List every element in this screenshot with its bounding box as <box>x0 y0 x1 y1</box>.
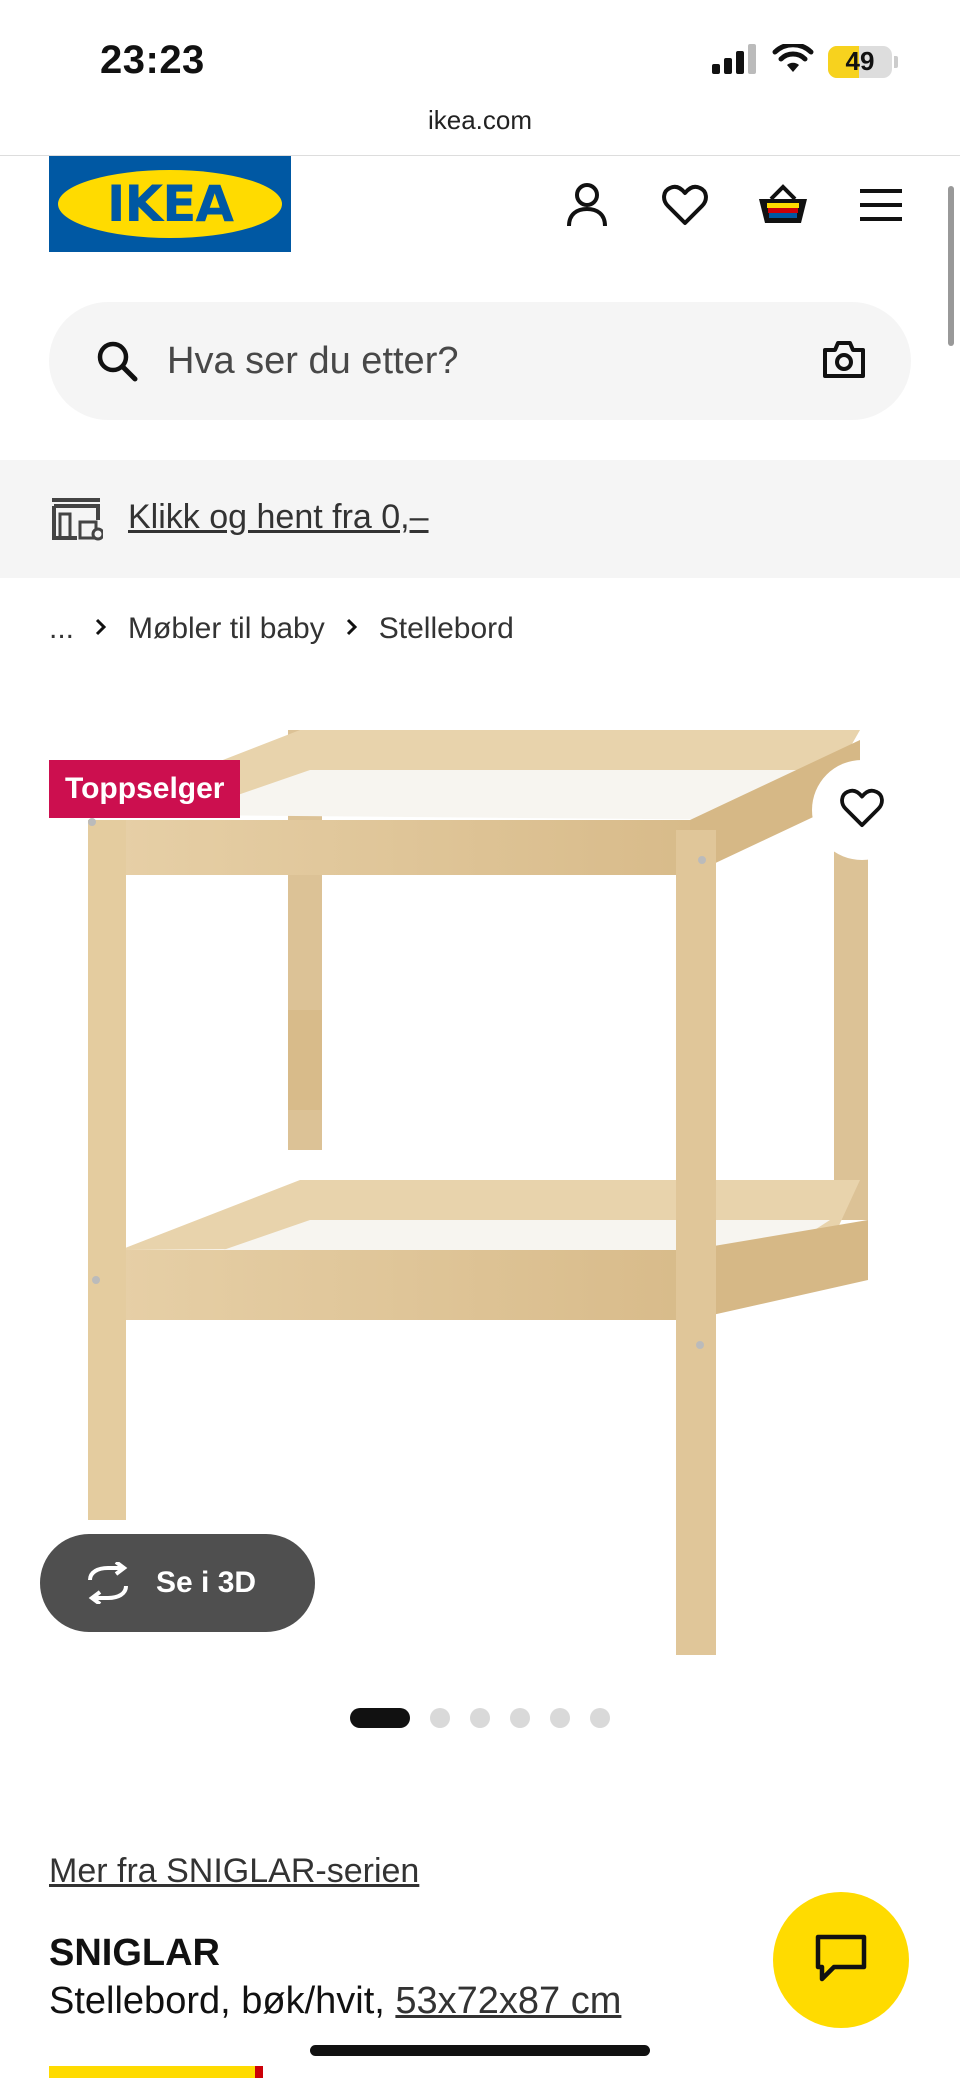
click-collect-banner: Klikk og hent fra 0,– <box>0 460 960 578</box>
add-to-favourites-button[interactable] <box>812 760 912 860</box>
carousel-dot[interactable] <box>590 1708 610 1728</box>
wifi-icon <box>772 42 814 79</box>
carousel-dot[interactable] <box>430 1708 450 1728</box>
click-collect-link[interactable]: Klikk og hent fra 0,– <box>128 498 429 537</box>
signal-icon <box>712 44 758 79</box>
see-in-3d-button[interactable]: Se i 3D <box>40 1534 315 1632</box>
image-carousel-dots <box>350 1708 610 1728</box>
product-name: SNIGLAR <box>49 1932 220 1974</box>
search-input[interactable] <box>167 302 807 420</box>
series-link[interactable]: Mer fra SNIGLAR-serien <box>49 1852 419 1891</box>
url-bar[interactable]: ikea.com <box>0 100 960 156</box>
basket-icon[interactable] <box>756 178 810 232</box>
product-description: Stellebord, bøk/hvit, 53x72x87 cm <box>49 1980 621 2023</box>
chat-button[interactable] <box>773 1892 909 2028</box>
product-image[interactable] <box>0 690 960 1680</box>
heart-icon <box>840 788 884 833</box>
page-scrollbar[interactable] <box>948 186 954 346</box>
see-in-3d-label: Se i 3D <box>156 1566 257 1599</box>
search-icon <box>95 339 139 388</box>
logo-oval: IKEA <box>58 170 282 238</box>
store-pickup-icon <box>49 496 105 547</box>
breadcrumb-baby-furniture[interactable]: Møbler til baby <box>128 612 325 646</box>
search-bar[interactable] <box>49 302 911 420</box>
breadcrumb-changing-tables[interactable]: Stellebord <box>379 612 514 646</box>
header-icons <box>560 178 908 232</box>
status-bar: 23:23 49 <box>0 0 960 100</box>
price-tag-peek-accent <box>255 2066 263 2078</box>
battery-level: 49 <box>845 46 875 76</box>
battery-indicator: 49 <box>828 45 892 78</box>
status-time: 23:23 <box>100 38 205 82</box>
carousel-dot[interactable] <box>470 1708 490 1728</box>
chat-bubble-icon <box>814 1933 868 1988</box>
ikea-logo[interactable]: IKEA <box>49 156 291 252</box>
heart-icon[interactable] <box>658 178 712 232</box>
battery-nub <box>894 55 898 68</box>
person-icon[interactable] <box>560 178 614 232</box>
carousel-dot[interactable] <box>550 1708 570 1728</box>
menu-icon[interactable] <box>854 178 908 232</box>
bestseller-badge: Toppselger <box>49 760 241 818</box>
product-type: Stellebord, bøk/hvit, <box>49 1980 385 2022</box>
chevron-right-icon <box>94 612 108 646</box>
breadcrumb-ellipsis[interactable]: ... <box>49 612 74 646</box>
product-dimensions-link[interactable]: 53x72x87 cm <box>395 1980 621 2022</box>
breadcrumb: ... Møbler til baby Stellebord <box>49 608 514 650</box>
status-icons: 49 <box>712 42 898 79</box>
site-header: IKEA <box>0 156 960 256</box>
carousel-dot[interactable] <box>350 1708 410 1728</box>
home-indicator[interactable] <box>310 2045 650 2056</box>
camera-icon[interactable] <box>821 338 867 385</box>
price-tag-peek <box>49 2066 259 2078</box>
logo-text: IKEA <box>106 175 234 233</box>
chevron-right-icon <box>345 612 359 646</box>
rotate-3d-icon <box>82 1560 134 1609</box>
carousel-dot[interactable] <box>510 1708 530 1728</box>
